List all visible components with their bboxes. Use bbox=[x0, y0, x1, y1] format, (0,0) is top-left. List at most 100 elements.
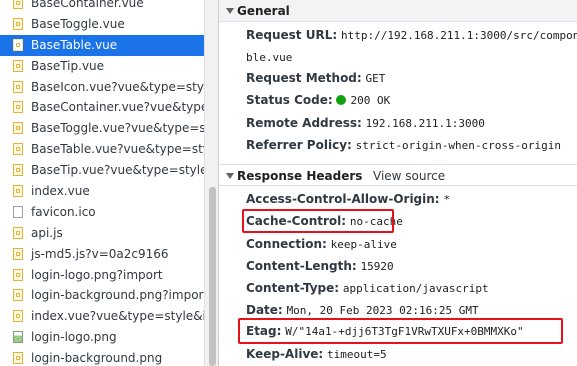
request-list-item[interactable]: login-logo.png?import bbox=[0, 265, 204, 286]
request-url-wrap-row: ble.vue bbox=[246, 48, 292, 66]
request-list-item[interactable]: login-logo.png bbox=[0, 327, 204, 348]
headers-panel: General Request URL: http://192.168.211.… bbox=[219, 0, 577, 366]
collapse-triangle-icon bbox=[226, 8, 234, 14]
request-name: BaseTip.vue?vue&type=style&in bbox=[31, 163, 204, 178]
request-name: BaseTable.vue?vue&type=style& bbox=[31, 142, 204, 157]
request-list-item[interactable]: js-md5.js?v=0a2c9166 bbox=[0, 244, 204, 265]
cache-control-value: no-cache bbox=[349, 215, 403, 228]
connection-label: Connection: bbox=[246, 237, 327, 251]
date-value: Mon, 20 Feb 2023 02:16:25 GMT bbox=[286, 304, 479, 317]
request-list-item[interactable]: favicon.ico bbox=[0, 202, 204, 223]
script-file-icon bbox=[13, 80, 23, 93]
request-list-item[interactable]: BaseTip.vue?vue&type=style&in bbox=[0, 160, 204, 181]
access-control-allow-origin-label: Access-Control-Allow-Origin: bbox=[246, 192, 440, 206]
keep-alive-label: Keep-Alive: bbox=[246, 347, 324, 361]
content-type-header-row: Content-Type: application/javascript bbox=[246, 279, 489, 297]
request-list-panel: BaseContainer.vue BaseToggle.vue BaseTable… bbox=[0, 0, 218, 366]
view-source-link[interactable]: View source bbox=[373, 165, 445, 187]
request-list-item[interactable]: login-background.png bbox=[0, 348, 204, 366]
referrer-policy-value: strict-origin-when-cross-origin bbox=[355, 139, 561, 152]
request-url-label: Request URL: bbox=[246, 28, 338, 42]
request-list: BaseContainer.vue BaseToggle.vue BaseTable… bbox=[0, 0, 204, 366]
request-list-item[interactable]: BaseTip.vue bbox=[0, 56, 204, 77]
script-file-icon bbox=[13, 226, 23, 239]
request-list-item[interactable]: BaseContainer.vue?vue&type=st bbox=[0, 97, 204, 118]
request-list-item[interactable]: api.js bbox=[0, 223, 204, 244]
request-name: BaseContainer.vue?vue&type=st bbox=[31, 100, 204, 115]
request-name: login-logo.png?import bbox=[31, 267, 163, 282]
image-file-icon bbox=[13, 331, 23, 344]
script-file-icon bbox=[13, 289, 23, 302]
request-name: login-background.png?import bbox=[31, 288, 204, 303]
remote-address-label: Remote Address: bbox=[246, 116, 362, 130]
request-name: BaseIcon.vue?vue&type=style&i bbox=[31, 79, 204, 94]
request-list-item[interactable]: index.vue bbox=[0, 181, 204, 202]
request-name: login-logo.png bbox=[31, 330, 117, 345]
access-control-allow-origin-header-row: Access-Control-Allow-Origin: * bbox=[246, 190, 450, 208]
request-name: index.vue bbox=[31, 184, 90, 199]
keep-alive-header-row: Keep-Alive: timeout=5 bbox=[246, 345, 387, 363]
scrollbar-thumb[interactable] bbox=[209, 187, 216, 366]
collapse-triangle-icon bbox=[226, 173, 234, 179]
request-list-item[interactable]: BaseToggle.vue bbox=[0, 14, 204, 35]
request-name: BaseToggle.vue?vue&type=style bbox=[31, 121, 204, 136]
keep-alive-value: timeout=5 bbox=[327, 348, 387, 361]
script-file-icon bbox=[13, 17, 23, 30]
request-method-row: Request Method: GET bbox=[246, 69, 385, 87]
script-file-icon bbox=[13, 143, 23, 156]
request-name: BaseToggle.vue bbox=[31, 16, 125, 31]
request-name: login-background.png bbox=[31, 351, 163, 366]
request-name: index.vue?vue&type=style&inde bbox=[31, 309, 204, 324]
cache-control-label: Cache-Control: bbox=[246, 214, 347, 228]
content-type-value: application/javascript bbox=[342, 282, 489, 295]
script-file-icon bbox=[13, 185, 23, 198]
request-list-scrollbar[interactable] bbox=[204, 0, 218, 366]
script-file-icon bbox=[13, 164, 23, 177]
script-file-icon bbox=[13, 122, 23, 135]
request-name: BaseTable.vue bbox=[31, 37, 118, 52]
request-list-item[interactable]: BaseTable.vue?vue&type=style& bbox=[0, 139, 204, 160]
remote-address-row: Remote Address: 192.168.211.1:3000 bbox=[246, 114, 485, 132]
script-file-icon bbox=[13, 38, 23, 51]
request-name: BaseTip.vue bbox=[31, 58, 105, 73]
date-header-row: Date: Mon, 20 Feb 2023 02:16:25 GMT bbox=[246, 301, 479, 319]
connection-value: keep-alive bbox=[330, 238, 397, 251]
request-list-item[interactable]: BaseContainer.vue bbox=[0, 0, 204, 14]
request-list-item[interactable]: BaseToggle.vue?vue&type=style bbox=[0, 118, 204, 139]
request-list-item[interactable]: BaseTable.vue bbox=[0, 34, 204, 56]
date-label: Date: bbox=[246, 303, 283, 317]
general-section-title: General bbox=[237, 4, 290, 18]
etag-header-row: Etag: W/"14a1-+djj6T3TgF1VRwTXUFx+0BMMXK… bbox=[246, 322, 524, 340]
script-file-icon bbox=[13, 310, 23, 323]
etag-label: Etag: bbox=[246, 324, 282, 338]
status-code-label: Status Code: bbox=[246, 93, 333, 107]
remote-address-value: 192.168.211.1:3000 bbox=[365, 117, 485, 130]
script-file-icon bbox=[13, 247, 23, 260]
request-method-value: GET bbox=[365, 72, 386, 85]
script-file-icon bbox=[13, 268, 23, 281]
request-url-row: Request URL: http://192.168.211.1:3000/s… bbox=[246, 26, 577, 44]
request-method-label: Request Method: bbox=[246, 71, 362, 85]
request-name: js-md5.js?v=0a2c9166 bbox=[31, 246, 169, 261]
request-list-item[interactable]: BaseIcon.vue?vue&type=style&i bbox=[0, 77, 204, 98]
status-code-value: 200 OK bbox=[350, 94, 391, 107]
status-ok-icon bbox=[336, 95, 347, 105]
request-name: api.js bbox=[31, 225, 63, 240]
status-code-row: Status Code: 200 OK bbox=[246, 91, 390, 109]
script-file-icon bbox=[13, 101, 23, 114]
content-type-label: Content-Type: bbox=[246, 281, 340, 295]
response-headers-section-header[interactable]: Response Headers View source bbox=[219, 164, 577, 186]
request-name: favicon.ico bbox=[31, 204, 96, 219]
content-length-header-row: Content-Length: 15920 bbox=[246, 257, 394, 275]
request-list-item[interactable]: login-background.png?import bbox=[0, 285, 204, 306]
referrer-policy-label: Referrer Policy: bbox=[246, 138, 352, 152]
etag-value: W/"14a1-+djj6T3TgF1VRwTXUFx+0BMMXKo" bbox=[285, 325, 524, 338]
connection-header-row: Connection: keep-alive bbox=[246, 235, 397, 253]
general-section-header[interactable]: General bbox=[219, 0, 577, 22]
request-name: BaseContainer.vue bbox=[31, 0, 144, 10]
request-url-value-continued: ble.vue bbox=[246, 51, 293, 64]
cache-control-header-row: Cache-Control: no-cache bbox=[246, 212, 403, 230]
referrer-policy-row: Referrer Policy: strict-origin-when-cros… bbox=[246, 136, 561, 154]
content-length-value: 15920 bbox=[360, 260, 394, 273]
request-list-item[interactable]: index.vue?vue&type=style&inde bbox=[0, 306, 204, 327]
